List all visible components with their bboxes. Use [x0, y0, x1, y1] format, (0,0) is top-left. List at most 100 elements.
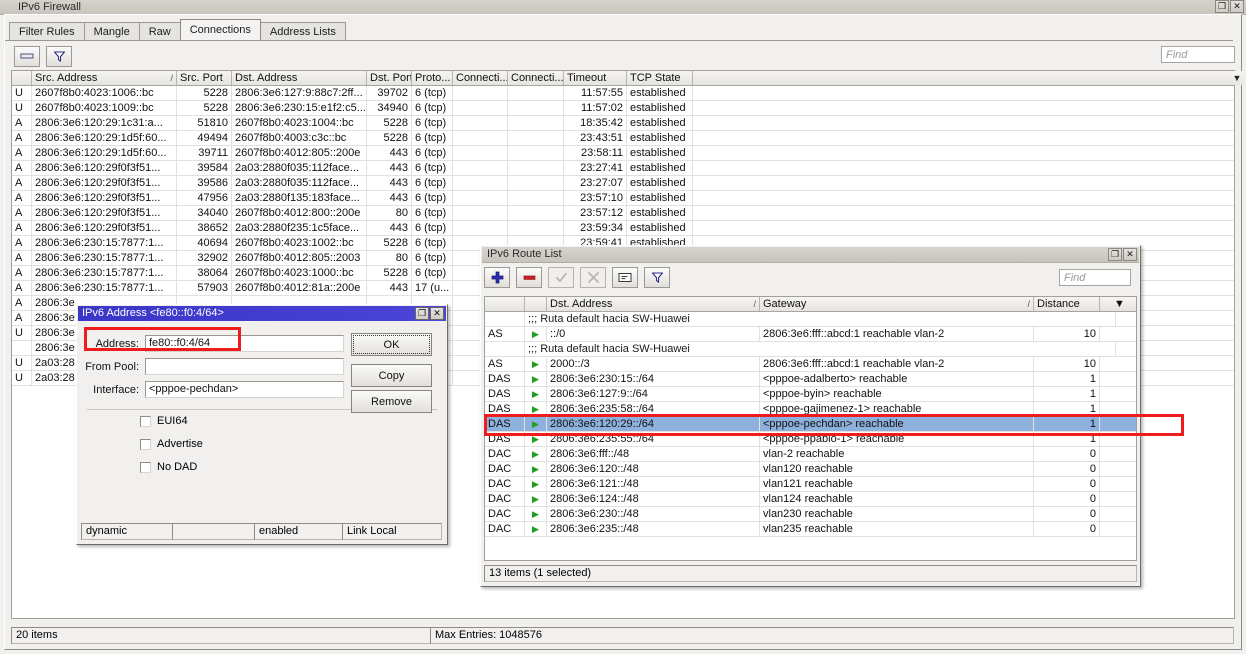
- interface-input[interactable]: <pppoe-pechdan>: [145, 381, 344, 398]
- table-row[interactable]: U2607f8b0:4023:1006::bc52282806:3e6:127:…: [12, 86, 1234, 101]
- column-header-src-address[interactable]: Src. Address /: [32, 71, 177, 85]
- route-row[interactable]: DAS▶2806:3e6:230:15::/64<pppoe-adalberto…: [485, 372, 1136, 387]
- route-row[interactable]: DAC▶2806:3e6:120::/48vlan120 reachable0: [485, 462, 1136, 477]
- column-header-route-dst-address-label: Dst. Address: [550, 298, 612, 310]
- table-row[interactable]: A2806:3e6:120:29f0f3f51...479562a03:2880…: [12, 191, 1234, 206]
- no-dad-checkbox[interactable]: [140, 462, 151, 473]
- column-header-tcp-state[interactable]: TCP State: [627, 71, 693, 85]
- route-row[interactable]: AS▶::/02806:3e6:fff::abcd:1 reachable vl…: [485, 327, 1136, 342]
- eui64-checkbox[interactable]: [140, 416, 151, 427]
- column-header-connection-2[interactable]: Connecti...: [508, 71, 564, 85]
- filter-button[interactable]: [46, 46, 72, 67]
- cell-route-gateway: vlan235 reachable: [760, 522, 1034, 536]
- enable-button[interactable]: [548, 267, 574, 288]
- table-row[interactable]: A2806:3e6:120:29f0f3f51...395862a03:2880…: [12, 176, 1234, 191]
- cell-src-port: 39584: [177, 161, 232, 175]
- cell-conn1: [453, 206, 508, 220]
- table-row[interactable]: A2806:3e6:120:29f0f3f51...340402607f8b0:…: [12, 206, 1234, 221]
- from-pool-input[interactable]: [145, 358, 344, 375]
- cell-route-dst-address: 2806:3e6:120::/48: [547, 462, 760, 476]
- close-icon[interactable]: ✕: [1230, 0, 1244, 13]
- remove-button[interactable]: Remove: [351, 390, 432, 413]
- table-row[interactable]: A2806:3e6:120:29f0f3f51...386522a03:2880…: [12, 221, 1234, 236]
- cell-protocol: 6 (tcp): [412, 176, 453, 190]
- table-row[interactable]: A2806:3e6:120:29:1d5f:60...397112607f8b0…: [12, 146, 1234, 161]
- tab-filter-rules[interactable]: Filter Rules: [9, 22, 85, 40]
- ok-button[interactable]: OK: [351, 333, 432, 356]
- column-header-dst-port[interactable]: Dst. Port: [367, 71, 412, 85]
- remove-button[interactable]: [14, 46, 40, 67]
- address-input[interactable]: fe80::f0:4/64: [145, 335, 344, 352]
- restore-icon[interactable]: ❐: [1108, 248, 1122, 261]
- column-header-timeout[interactable]: Timeout: [564, 71, 627, 85]
- firewall-titlebar: IPv6 Firewall ❐ ✕: [0, 0, 1246, 15]
- table-row[interactable]: A2806:3e6:120:29:1d5f:60...494942607f8b0…: [12, 131, 1234, 146]
- route-row[interactable]: DAS▶2806:3e6:120:29::/64<pppoe-pechdan> …: [485, 417, 1136, 432]
- tab-mangle[interactable]: Mangle: [84, 22, 140, 40]
- restore-icon[interactable]: ❐: [1215, 0, 1229, 13]
- cell-spacer: [693, 176, 1233, 190]
- column-header-route-flags[interactable]: [485, 297, 525, 311]
- route-comment-row[interactable]: ;;; Ruta default hacia SW-Huawei: [485, 342, 1136, 357]
- tab-address-lists[interactable]: Address Lists: [260, 22, 346, 40]
- cell-route-dst-address: 2806:3e6:235:55::/64: [547, 432, 760, 446]
- cell-route-gateway: 2806:3e6:fff::abcd:1 reachable vlan-2: [760, 327, 1034, 341]
- eui64-checkbox-row[interactable]: EUI64: [140, 415, 188, 427]
- cell-dst-address: 2a03:2880f035:112face...: [232, 161, 367, 175]
- column-header-src-port[interactable]: Src. Port: [177, 71, 232, 85]
- route-row[interactable]: AS▶2000::/32806:3e6:fff::abcd:1 reachabl…: [485, 357, 1136, 372]
- cell-flag: A: [12, 221, 32, 235]
- column-header-route-arrow[interactable]: [525, 297, 547, 311]
- address-field-row: Address: fe80::f0:4/64: [83, 335, 344, 352]
- interface-field-row: Interface: <pppoe-pechdan>: [83, 381, 344, 398]
- route-row[interactable]: DAC▶2806:3e6:230::/48vlan230 reachable0: [485, 507, 1136, 522]
- no-dad-checkbox-row[interactable]: No DAD: [140, 461, 197, 473]
- route-row[interactable]: DAC▶2806:3e6:124::/48vlan124 reachable0: [485, 492, 1136, 507]
- route-row[interactable]: DAS▶2806:3e6:235:55::/64<pppoe-ppablo-1>…: [485, 432, 1136, 447]
- column-chooser-icon[interactable]: ▼: [1230, 71, 1244, 85]
- close-icon[interactable]: ✕: [1123, 248, 1137, 261]
- column-header-protocol[interactable]: Proto...: [412, 71, 453, 85]
- route-row[interactable]: DAC▶2806:3e6:235::/48vlan235 reachable0: [485, 522, 1136, 537]
- tab-connections[interactable]: Connections: [180, 19, 261, 40]
- disable-button[interactable]: [580, 267, 606, 288]
- table-row[interactable]: U2607f8b0:4023:1009::bc52282806:3e6:230:…: [12, 101, 1234, 116]
- column-header-route-gateway[interactable]: Gateway /: [760, 297, 1034, 311]
- cell-src-address: 2806:3e6:120:29f0f3f51...: [32, 221, 177, 235]
- comment-button[interactable]: [612, 267, 638, 288]
- cell-route-spacer: [1100, 372, 1136, 386]
- cell-protocol: 6 (tcp): [412, 116, 453, 130]
- column-header-route-dst-address[interactable]: Dst. Address /: [547, 297, 760, 311]
- cell-src-port: 57903: [177, 281, 232, 295]
- cell-conn2: [508, 206, 564, 220]
- column-header-dst-address[interactable]: Dst. Address: [232, 71, 367, 85]
- column-header-route-distance[interactable]: Distance: [1034, 297, 1100, 311]
- cell-route-flags: DAC: [485, 477, 525, 491]
- route-row[interactable]: DAS▶2806:3e6:127:9::/64<pppoe-byin> reac…: [485, 387, 1136, 402]
- column-header-connection-1[interactable]: Connecti...: [453, 71, 508, 85]
- copy-button[interactable]: Copy: [351, 364, 432, 387]
- route-row[interactable]: DAC▶2806:3e6:121::/48vlan121 reachable0: [485, 477, 1136, 492]
- remove-button[interactable]: [516, 267, 542, 288]
- filter-button[interactable]: [644, 267, 670, 288]
- table-row[interactable]: A2806:3e6:120:29:1c31:a...518102607f8b0:…: [12, 116, 1234, 131]
- route-search-input[interactable]: Find: [1059, 269, 1131, 286]
- table-row[interactable]: A2806:3e6:120:29f0f3f51...395842a03:2880…: [12, 161, 1234, 176]
- advertise-checkbox[interactable]: [140, 439, 151, 450]
- column-header-flag[interactable]: [12, 71, 32, 85]
- route-table-header: Dst. Address / Gateway / Distance ▼: [485, 297, 1136, 312]
- route-row[interactable]: DAS▶2806:3e6:235:58::/64<pppoe-gajimenez…: [485, 402, 1136, 417]
- cell-route-gateway: vlan121 reachable: [760, 477, 1034, 491]
- minus-icon: [523, 271, 536, 284]
- restore-icon[interactable]: ❐: [415, 307, 429, 320]
- add-button[interactable]: [484, 267, 510, 288]
- route-row[interactable]: DAC▶2806:3e6:fff::/48vlan-2 reachable0: [485, 447, 1136, 462]
- advertise-checkbox-row[interactable]: Advertise: [140, 438, 203, 450]
- cell-route-dst-address: 2806:3e6:235::/48: [547, 522, 760, 536]
- route-column-chooser[interactable]: ▼: [1100, 297, 1136, 311]
- tab-raw[interactable]: Raw: [139, 22, 181, 40]
- route-comment-row[interactable]: ;;; Ruta default hacia SW-Huawei: [485, 312, 1136, 327]
- cell-route-gateway: vlan124 reachable: [760, 492, 1034, 506]
- search-input[interactable]: Find: [1161, 46, 1235, 63]
- close-icon[interactable]: ✕: [430, 307, 444, 320]
